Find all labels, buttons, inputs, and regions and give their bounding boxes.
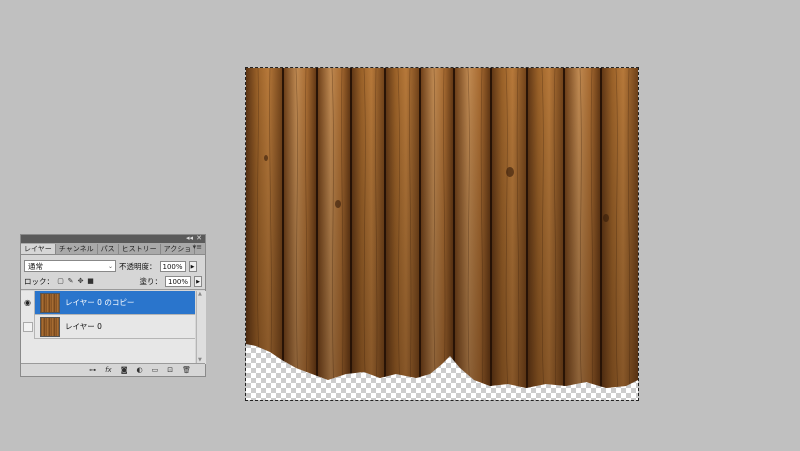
hidden-eye-box — [22, 321, 33, 332]
layer-thumbnail — [40, 292, 60, 313]
close-icon[interactable]: ✕ — [196, 234, 202, 242]
layers-panel: ◂◂ ✕ レイヤー チャンネル パス ヒストリー アクショ ▾≡ 通常 ⌄ 不透… — [20, 234, 206, 377]
scroll-up-icon[interactable]: ▲ — [198, 291, 202, 297]
lock-all-icon[interactable]: ■ — [87, 278, 94, 285]
lock-transparent-icon[interactable]: ▢ — [57, 278, 64, 285]
group-folder-icon[interactable]: ▭ — [152, 366, 159, 374]
layer-list-scrollbar[interactable]: ▲ ▼ — [196, 291, 206, 364]
wood-planks-image — [246, 68, 638, 388]
collapse-icon[interactable]: ◂◂ — [186, 234, 193, 242]
layer-name: レイヤー 0 — [65, 322, 102, 331]
fill-group: 塗り： 100% ▶ — [139, 276, 202, 287]
adjustment-icon[interactable]: ◐ — [137, 366, 143, 374]
layer-list: ◉ レイヤー 0 のコピー レイヤー 0 — [21, 290, 195, 364]
mask-icon[interactable]: ◙ — [121, 366, 128, 374]
tab-channels[interactable]: チャンネル — [56, 244, 98, 254]
panel-titlebar[interactable]: ◂◂ ✕ — [21, 234, 205, 243]
blend-mode-value: 通常 — [28, 262, 43, 271]
lock-brush-icon[interactable]: ✎ — [67, 278, 74, 285]
opacity-label: 不透明度： — [119, 261, 157, 271]
fill-slider-button[interactable]: ▶ — [194, 276, 202, 287]
fill-field[interactable]: 100% — [165, 276, 191, 287]
opacity-slider-button[interactable]: ▶ — [188, 260, 197, 272]
new-layer-icon[interactable]: ⊡ — [167, 366, 173, 374]
link-icon[interactable]: ⊶ — [89, 366, 96, 374]
visibility-toggle[interactable]: ◉ — [21, 290, 35, 315]
lock-label: ロック： — [24, 277, 54, 286]
eye-icon: ◉ — [24, 298, 31, 307]
tab-layers[interactable]: レイヤー — [21, 244, 56, 254]
panel-menu-icon[interactable]: ▾≡ — [193, 243, 202, 251]
visibility-toggle[interactable] — [21, 314, 35, 339]
blend-row: 通常 ⌄ 不透明度： 100% ▶ — [21, 258, 205, 274]
lock-move-icon[interactable]: ✥ — [77, 278, 84, 285]
blend-mode-select[interactable]: 通常 ⌄ — [24, 260, 116, 272]
tab-actions[interactable]: アクショ — [161, 244, 196, 254]
document-canvas[interactable] — [246, 68, 638, 400]
layer-name: レイヤー 0 のコピー — [65, 298, 135, 307]
trash-icon[interactable]: 🗑 — [182, 366, 191, 374]
fx-icon[interactable]: fx — [105, 366, 112, 374]
chevron-down-icon: ⌄ — [107, 263, 113, 270]
panel-bottom-toolbar: ⊶ fx ◙ ◐ ▭ ⊡ 🗑 — [21, 363, 205, 376]
panel-tabbar: レイヤー チャンネル パス ヒストリー アクショ ▾≡ — [21, 243, 205, 255]
opacity-field[interactable]: 100% — [159, 260, 186, 272]
layer-row-original[interactable]: レイヤー 0 — [21, 314, 195, 339]
layer-thumbnail — [40, 316, 60, 337]
tab-history[interactable]: ヒストリー — [119, 244, 161, 254]
layer-row-copy[interactable]: ◉ レイヤー 0 のコピー — [21, 290, 195, 315]
lock-row: ロック： ▢ ✎ ✥ ■ 塗り： 100% ▶ — [21, 274, 205, 290]
fill-label: 塗り： — [139, 277, 163, 286]
tab-paths[interactable]: パス — [98, 244, 119, 254]
